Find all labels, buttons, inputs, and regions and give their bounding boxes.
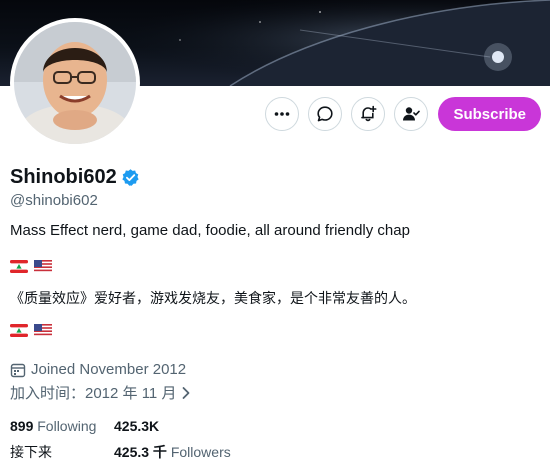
lebanon-flag-icon: [10, 324, 28, 337]
more-icon: [275, 112, 290, 116]
more-button[interactable]: [265, 97, 300, 131]
following-label-translated: 接下来: [10, 444, 52, 460]
followers-label: Followers: [170, 444, 231, 460]
subscribe-button[interactable]: Subscribe: [438, 97, 541, 131]
joined-date: Joined November 2012: [10, 361, 186, 378]
following-link[interactable]: 899 Following: [10, 418, 114, 434]
following-link-translated[interactable]: 接下来: [10, 442, 114, 462]
followers-count-translated: 425.3 千: [114, 444, 167, 460]
display-name: Shinobi602: [10, 166, 117, 188]
profile-actions: Subscribe: [265, 97, 541, 131]
lebanon-flag-icon: [10, 260, 28, 273]
following-label: Following: [37, 418, 97, 434]
chevron-right-icon: [183, 386, 190, 399]
following-count: 899: [10, 418, 34, 434]
joined-label: Joined November 2012: [31, 361, 187, 378]
avatar-image: [14, 22, 136, 144]
followers-link[interactable]: 425.3K: [114, 418, 159, 434]
avatar[interactable]: [10, 18, 140, 148]
profile-name-row: Shinobi602: [10, 166, 140, 189]
message-icon: [317, 106, 334, 122]
followers-link-translated[interactable]: 425.3 千 Followers: [114, 442, 231, 462]
bio-flags-translated: [10, 324, 52, 337]
profile-handle: @shinobi602: [10, 192, 98, 209]
message-button[interactable]: [308, 97, 343, 131]
calendar-icon: [10, 363, 26, 377]
profile-stats-translated: 接下来 425.3 千 Followers: [10, 442, 231, 462]
profile-stats: 899 Following 425.3K: [10, 418, 159, 434]
profile-bio: Mass Effect nerd, game dad, foodie, all …: [10, 222, 410, 239]
usa-flag-icon: [34, 324, 52, 337]
joined-label-translated: 加入时间：2012 年 11 月: [10, 385, 177, 402]
usa-flag-icon: [34, 260, 52, 273]
bio-flags: [10, 260, 52, 273]
verified-badge-icon[interactable]: [121, 168, 140, 187]
follow-person-icon: [403, 107, 421, 121]
profile-bio-translated: 《质量效应》爱好者，游戏发烧友，美食家，是个非常友善的人。: [10, 290, 416, 306]
notification-bell-icon: [361, 105, 377, 122]
follow-button[interactable]: [394, 97, 429, 131]
joined-date-translated: 加入时间：2012 年 11 月: [10, 382, 192, 403]
followers-count: 425.3K: [114, 418, 160, 434]
notifications-button[interactable]: [351, 97, 386, 131]
